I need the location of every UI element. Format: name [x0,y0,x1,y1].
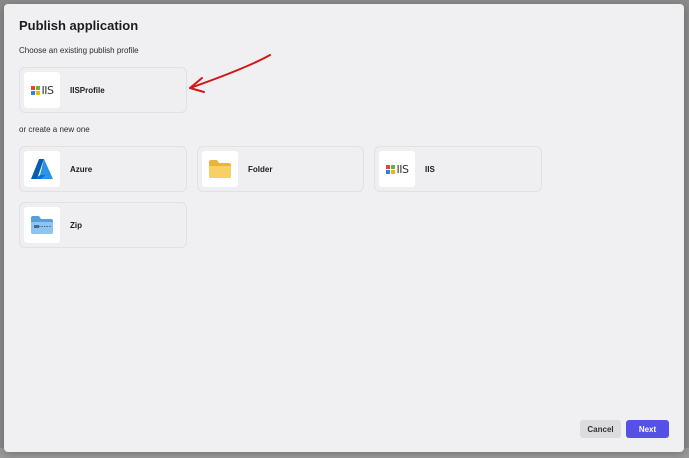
folder-icon [202,151,238,187]
target-card-label: IIS [425,164,435,174]
profile-card-iisprofile[interactable]: IIS IISProfile [19,67,187,113]
annotation-arrow-icon [189,54,271,93]
existing-profile-label: Choose an existing publish profile [19,46,139,55]
iis-logo-icon: IIS [24,72,60,108]
target-card-label: Azure [70,164,93,174]
target-card-iis[interactable]: IIS IIS [374,146,542,192]
zip-folder-icon [24,207,60,243]
publish-dialog: Publish application Choose an existing p… [4,4,684,452]
cancel-button[interactable]: Cancel [580,420,621,438]
azure-icon [24,151,60,187]
new-profile-label: or create a new one [19,125,90,134]
dialog-title: Publish application [19,18,139,33]
target-card-zip[interactable]: Zip [19,202,187,248]
target-card-azure[interactable]: Azure [19,146,187,192]
target-card-label: Folder [248,164,273,174]
target-card-label: Zip [70,220,82,230]
next-button[interactable]: Next [626,420,669,438]
iis-logo-icon: IIS [379,151,415,187]
target-card-folder[interactable]: Folder [197,146,364,192]
profile-card-label: IISProfile [70,85,105,95]
